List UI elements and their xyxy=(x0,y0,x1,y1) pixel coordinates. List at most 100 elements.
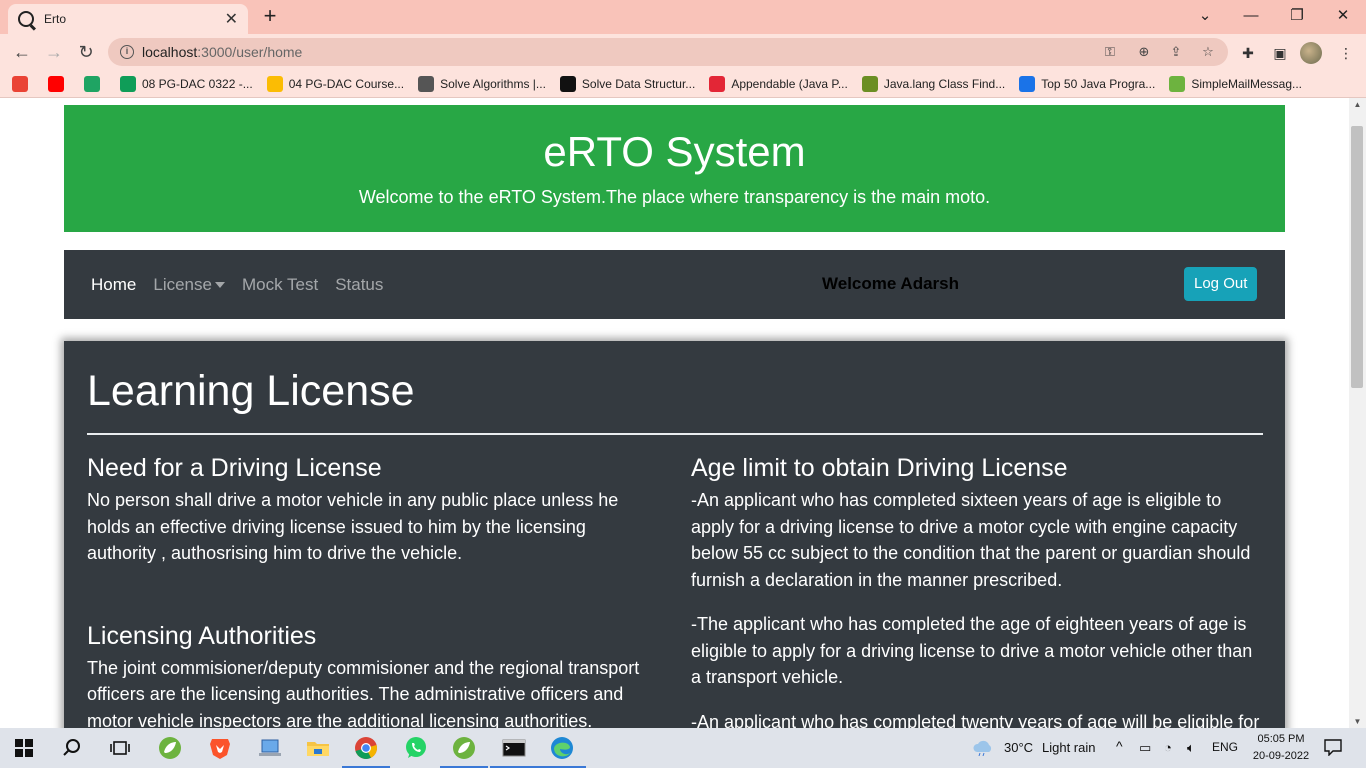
forward-arrow-icon[interactable]: → xyxy=(42,40,66,64)
bookmark-item[interactable]: Java.lang Class Find... xyxy=(861,75,1006,92)
browser-toolbar: ← → ↻ i localhost:3000/user/home ⚿ ⊕ ⇪ ☆… xyxy=(0,34,1366,70)
close-window-button[interactable]: ✕ xyxy=(1320,0,1366,34)
licensing-authorities-heading: Licensing Authorities xyxy=(87,621,317,650)
bookmark-item[interactable] xyxy=(12,75,34,92)
tab-title: Erto xyxy=(44,12,67,26)
profile-avatar[interactable] xyxy=(1300,42,1322,64)
need-license-heading: Need for a Driving License xyxy=(87,454,382,482)
bookmark-item[interactable]: Appendable (Java P... xyxy=(709,75,848,92)
bookmark-star-icon[interactable]: ☆ xyxy=(1198,42,1218,62)
browser-tab[interactable]: Erto ✕ xyxy=(8,4,248,34)
site-title: eRTO System xyxy=(543,128,806,175)
notifications-icon[interactable] xyxy=(1324,738,1342,759)
language-indicator[interactable]: ENG xyxy=(1212,740,1238,754)
bookmark-label: 08 PG-DAC 0322 -... xyxy=(142,76,253,91)
volume-icon[interactable]: 🔈︎ xyxy=(1187,740,1195,756)
bookmark-item[interactable]: Solve Algorithms |... xyxy=(418,75,546,92)
tab-close-icon[interactable]: ✕ xyxy=(225,9,238,29)
licensing-authorities-text: The joint commisioner/deputy commisioner… xyxy=(87,657,640,729)
scrollbar-thumb[interactable] xyxy=(1351,126,1363,388)
bookmark-item[interactable]: Top 50 Java Progra... xyxy=(1019,75,1156,92)
site-subtitle: Welcome to the eRTO System.The place whe… xyxy=(358,187,991,207)
clock-time: 05:05 PM xyxy=(1257,733,1305,745)
header-banner: eRTO System Welcome to the eRTO System.T… xyxy=(64,105,1285,232)
age-limit-para-3: -An applicant who has completed twenty y… xyxy=(691,711,1260,729)
spring-icon xyxy=(1169,75,1186,92)
nav-home[interactable]: Home xyxy=(91,275,136,295)
terminal-icon[interactable] xyxy=(490,734,538,768)
right-column: Age limit to obtain Driving License -An … xyxy=(691,451,1263,728)
welcome-user-text: Welcome Adarsh xyxy=(822,274,959,293)
bookmark-item[interactable]: 08 PG-DAC 0322 -... xyxy=(120,75,253,92)
nav-status[interactable]: Status xyxy=(335,275,383,295)
loop-icon xyxy=(1019,75,1036,92)
drive-icon xyxy=(84,75,100,92)
bookmark-label: Appendable (Java P... xyxy=(731,76,848,91)
url-host: localhost xyxy=(142,44,198,60)
site-info-icon[interactable]: i xyxy=(120,45,134,59)
browser-tabstrip: Erto ✕ + ⌄ — ❐ ✕ xyxy=(0,0,1366,34)
bookmark-item[interactable]: 04 PG-DAC Course... xyxy=(266,75,404,92)
age-limit-para-1: -An applicant who has completed sixteen … xyxy=(691,490,1251,590)
bookmark-item[interactable]: SimpleMailMessag... xyxy=(1169,75,1302,92)
hackerrank-h-icon xyxy=(559,75,576,92)
edge-icon[interactable] xyxy=(538,734,586,768)
search-icon[interactable] xyxy=(58,734,86,762)
back-arrow-icon[interactable]: ← xyxy=(10,40,34,64)
windows-taskbar: 30°C Light rain ^ ▭ ◔ 🔈︎ ENG 05:05 PM 20… xyxy=(0,728,1366,768)
bookmark-item[interactable] xyxy=(84,75,106,92)
weather-desc[interactable]: Light rain xyxy=(1042,740,1095,755)
laptop-app-icon[interactable] xyxy=(256,734,284,762)
side-panel-icon[interactable]: ▣ xyxy=(1270,43,1290,63)
page-scrollbar[interactable]: ▲ ▼ xyxy=(1349,98,1366,728)
sheets-icon xyxy=(120,75,136,92)
caret-down-icon xyxy=(214,282,225,289)
plant-icon xyxy=(861,75,878,92)
tab-search-chevron-down-icon[interactable]: ⌄ xyxy=(1182,0,1228,34)
spring-tool-icon[interactable] xyxy=(156,734,184,762)
logout-button[interactable]: Log Out xyxy=(1184,267,1258,301)
menu-kebab-icon[interactable]: ⋮ xyxy=(1336,43,1356,63)
share-icon[interactable]: ⇪ xyxy=(1166,42,1186,62)
scroll-up-arrow-icon[interactable]: ▲ xyxy=(1349,100,1366,109)
bookmark-label: Solve Data Structur... xyxy=(581,76,696,91)
restore-button[interactable]: ❐ xyxy=(1274,0,1320,34)
wifi-icon[interactable]: ◔ xyxy=(1164,740,1172,755)
bookmarks-bar: 08 PG-DAC 0322 -... 04 PG-DAC Course... So… xyxy=(0,70,1366,98)
hackerrank-icon xyxy=(418,75,435,92)
gmail-icon xyxy=(12,75,28,92)
key-icon[interactable]: ⚿ xyxy=(1100,42,1120,62)
chrome-icon[interactable] xyxy=(342,734,390,768)
bookmark-item[interactable] xyxy=(48,75,70,92)
bookmark-label: Solve Algorithms |... xyxy=(440,76,546,91)
bookmark-label: Java.lang Class Find... xyxy=(883,76,1006,91)
show-hidden-icons-chevron-up-icon[interactable]: ^ xyxy=(1116,738,1123,754)
reload-icon[interactable]: ↻ xyxy=(74,40,98,64)
windows-start-icon[interactable] xyxy=(10,734,38,762)
url-path: :3000/user/home xyxy=(197,44,303,60)
nav-mock-test[interactable]: Mock Test xyxy=(242,275,318,295)
whatsapp-icon[interactable] xyxy=(402,734,430,762)
task-view-icon[interactable] xyxy=(106,734,134,762)
zoom-icon[interactable]: ⊕ xyxy=(1134,42,1154,62)
new-tab-button[interactable]: + xyxy=(258,5,282,29)
nav-license-label: License xyxy=(153,274,212,294)
brave-browser-icon[interactable] xyxy=(206,734,234,762)
bookmark-item[interactable]: Solve Data Structur... xyxy=(559,75,696,92)
spring-tool-2-icon[interactable] xyxy=(440,734,488,768)
learning-license-card: Learning License Need for a Driving Lice… xyxy=(64,341,1285,728)
address-bar[interactable]: i localhost:3000/user/home ⚿ ⊕ ⇪ ☆ xyxy=(108,38,1228,66)
need-license-text: No person shall drive a motor vehicle in… xyxy=(87,490,619,563)
extensions-puzzle-icon[interactable]: ✚ xyxy=(1238,43,1258,63)
age-limit-para-2: -The applicant who has completed the age… xyxy=(691,614,1253,687)
clock[interactable]: 05:05 PM 20-09-2022 xyxy=(1248,731,1314,765)
nav-license-dropdown[interactable]: License xyxy=(153,275,225,295)
scroll-down-arrow-icon[interactable]: ▼ xyxy=(1349,717,1366,726)
weather-temp[interactable]: 30°C xyxy=(1004,740,1033,755)
minimize-button[interactable]: — xyxy=(1228,0,1274,34)
battery-icon[interactable]: ▭ xyxy=(1139,740,1151,756)
bookmark-label: Top 50 Java Progra... xyxy=(1041,76,1156,91)
file-explorer-icon[interactable] xyxy=(304,734,332,762)
weather-cloud-icon[interactable] xyxy=(972,738,994,759)
